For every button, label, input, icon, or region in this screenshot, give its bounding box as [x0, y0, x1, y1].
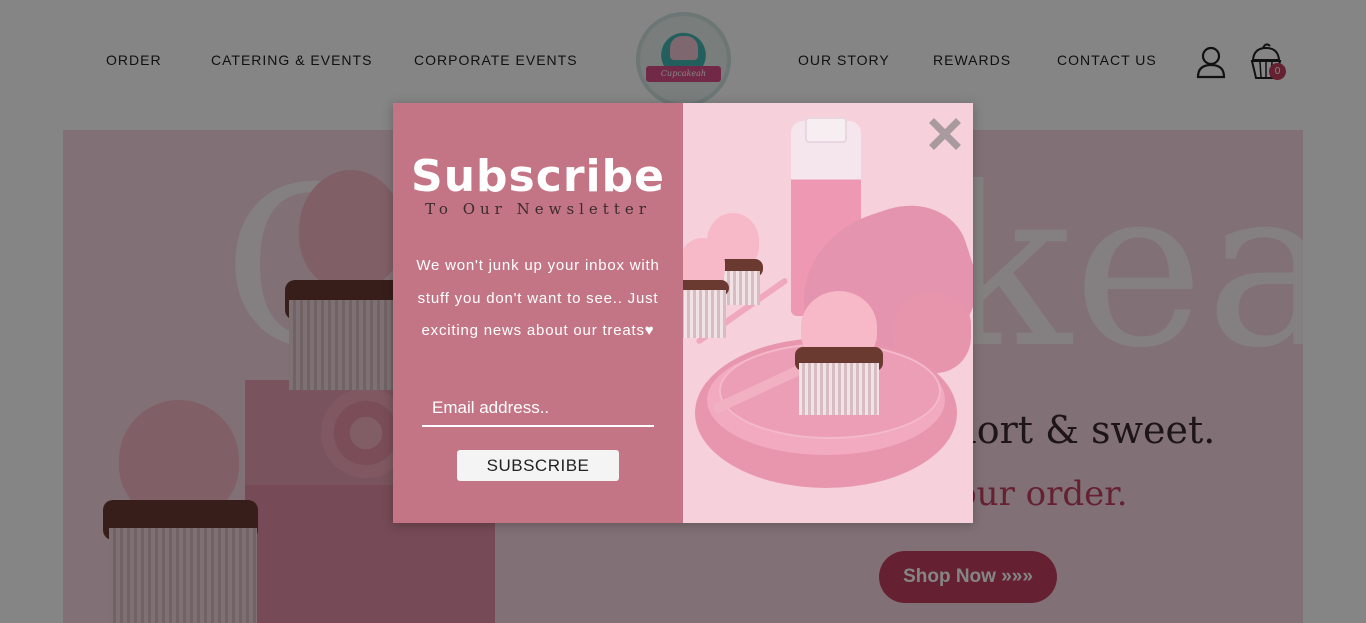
subscribe-button[interactable]: SUBSCRIBE	[457, 450, 619, 481]
newsletter-modal: Subscribe To Our Newsletter We won't jun…	[393, 103, 973, 523]
newsletter-photo	[683, 103, 973, 523]
bottle-neck-image	[805, 117, 847, 143]
newsletter-form-panel: Subscribe To Our Newsletter We won't jun…	[393, 103, 683, 523]
close-icon[interactable]	[928, 117, 962, 151]
newsletter-description: We won't junk up your inbox with stuff y…	[416, 257, 660, 339]
newsletter-title: Subscribe	[411, 151, 665, 202]
newsletter-subtitle: To Our Newsletter	[425, 200, 651, 218]
email-field[interactable]	[422, 391, 654, 427]
